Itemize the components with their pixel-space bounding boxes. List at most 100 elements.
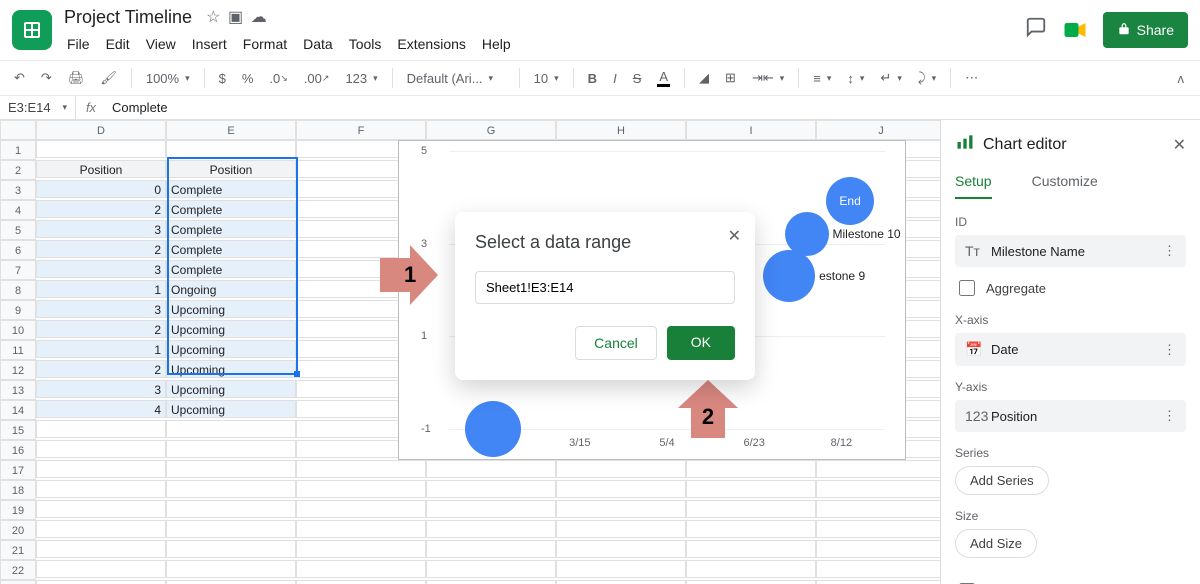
cell[interactable]: Complete bbox=[166, 240, 296, 258]
more-button[interactable]: ⋯ bbox=[959, 66, 984, 90]
name-box[interactable]: E3:E14 bbox=[0, 96, 76, 119]
cell[interactable]: Upcoming bbox=[166, 320, 296, 338]
cell[interactable] bbox=[296, 480, 426, 498]
number-format-select[interactable]: 123 bbox=[339, 67, 383, 90]
cell[interactable] bbox=[36, 540, 166, 558]
row-header[interactable]: 14 bbox=[0, 400, 36, 420]
menu-view[interactable]: View bbox=[139, 32, 183, 56]
cell[interactable] bbox=[556, 520, 686, 538]
redo-button[interactable]: ↷ bbox=[35, 66, 58, 90]
cell[interactable] bbox=[556, 460, 686, 478]
bold-button[interactable]: B bbox=[582, 67, 603, 90]
wrap-button[interactable]: ↵ bbox=[874, 66, 907, 90]
row-header[interactable]: 18 bbox=[0, 480, 36, 500]
doc-title[interactable]: Project Timeline bbox=[60, 5, 196, 30]
cell[interactable] bbox=[686, 460, 816, 478]
cell[interactable] bbox=[296, 500, 426, 518]
cell[interactable] bbox=[36, 440, 166, 458]
cell[interactable] bbox=[36, 480, 166, 498]
y-axis-field[interactable]: 123 Position ⋮ bbox=[955, 400, 1186, 432]
cell[interactable] bbox=[166, 560, 296, 578]
cell[interactable] bbox=[556, 500, 686, 518]
add-series-button[interactable]: Add Series bbox=[955, 466, 1049, 495]
cell[interactable] bbox=[296, 460, 426, 478]
cell[interactable]: 3 bbox=[36, 380, 166, 398]
close-panel-icon[interactable]: ✕ bbox=[1173, 135, 1186, 155]
cell[interactable]: Position bbox=[36, 160, 166, 178]
cell[interactable] bbox=[686, 560, 816, 578]
menu-insert[interactable]: Insert bbox=[185, 32, 234, 56]
cell[interactable]: Upcoming bbox=[166, 340, 296, 358]
col-header[interactable]: E bbox=[166, 120, 296, 140]
row-header[interactable]: 5 bbox=[0, 220, 36, 240]
cell[interactable]: Position bbox=[166, 160, 296, 178]
col-header[interactable]: J bbox=[816, 120, 940, 140]
merge-button[interactable]: ⇥⇤ bbox=[746, 66, 790, 90]
fill-color-button[interactable]: ◢ bbox=[693, 66, 715, 90]
row-header[interactable]: 20 bbox=[0, 520, 36, 540]
cell[interactable] bbox=[816, 520, 940, 538]
cell[interactable] bbox=[36, 520, 166, 538]
borders-button[interactable]: ⊞ bbox=[719, 66, 742, 90]
cell[interactable] bbox=[426, 560, 556, 578]
halign-button[interactable]: ≡ bbox=[807, 67, 837, 90]
font-select[interactable]: Default (Ari... bbox=[401, 67, 511, 90]
menu-file[interactable]: File bbox=[60, 32, 97, 56]
cell[interactable] bbox=[426, 500, 556, 518]
row-header[interactable]: 19 bbox=[0, 500, 36, 520]
x-axis-field[interactable]: 📅 Date ⋮ bbox=[955, 333, 1186, 366]
cell[interactable]: Complete bbox=[166, 180, 296, 198]
col-header[interactable]: F bbox=[296, 120, 426, 140]
cell[interactable] bbox=[166, 440, 296, 458]
dec-decrease-button[interactable]: .0↘ bbox=[263, 67, 293, 90]
share-button[interactable]: Share bbox=[1103, 12, 1188, 48]
cell[interactable] bbox=[816, 480, 940, 498]
menu-extensions[interactable]: Extensions bbox=[390, 32, 472, 56]
row-header[interactable]: 6 bbox=[0, 240, 36, 260]
selection-handle[interactable] bbox=[294, 371, 300, 377]
currency-button[interactable]: $ bbox=[213, 67, 232, 90]
dec-increase-button[interactable]: .00↗ bbox=[298, 67, 336, 90]
zoom-select[interactable]: 100% bbox=[140, 67, 196, 90]
cell[interactable] bbox=[686, 480, 816, 498]
cell[interactable]: 1 bbox=[36, 340, 166, 358]
cell[interactable]: 3 bbox=[36, 300, 166, 318]
text-color-button[interactable]: A bbox=[651, 65, 676, 91]
cell[interactable] bbox=[36, 460, 166, 478]
cell[interactable] bbox=[816, 500, 940, 518]
cell[interactable] bbox=[166, 580, 296, 584]
cell[interactable] bbox=[296, 560, 426, 578]
cell[interactable]: 1 bbox=[36, 280, 166, 298]
formula-input[interactable]: Complete bbox=[106, 100, 1200, 115]
cell[interactable]: Ongoing bbox=[166, 280, 296, 298]
cell[interactable] bbox=[556, 580, 686, 584]
cell[interactable] bbox=[296, 540, 426, 558]
row-header[interactable]: 17 bbox=[0, 460, 36, 480]
cell[interactable] bbox=[556, 560, 686, 578]
cell[interactable] bbox=[166, 420, 296, 438]
data-range-input[interactable] bbox=[475, 271, 735, 304]
cell[interactable] bbox=[686, 500, 816, 518]
valign-button[interactable]: ↕ bbox=[841, 67, 870, 90]
row-header[interactable]: 15 bbox=[0, 420, 36, 440]
row-header[interactable]: 3 bbox=[0, 180, 36, 200]
cell[interactable] bbox=[166, 480, 296, 498]
cell[interactable]: Upcoming bbox=[166, 400, 296, 418]
cell[interactable] bbox=[166, 460, 296, 478]
menu-edit[interactable]: Edit bbox=[99, 32, 137, 56]
cell[interactable] bbox=[426, 460, 556, 478]
close-icon[interactable]: ✕ bbox=[728, 226, 741, 246]
tab-setup[interactable]: Setup bbox=[955, 173, 992, 199]
chart-bubble[interactable]: estone 9 bbox=[763, 250, 815, 302]
cell[interactable]: Upcoming bbox=[166, 300, 296, 318]
tab-customize[interactable]: Customize bbox=[1032, 173, 1098, 199]
cell[interactable] bbox=[426, 520, 556, 538]
strikethrough-button[interactable]: S bbox=[627, 67, 648, 90]
col-header[interactable]: I bbox=[686, 120, 816, 140]
col-header[interactable]: H bbox=[556, 120, 686, 140]
kebab-icon[interactable]: ⋮ bbox=[1163, 342, 1176, 358]
cell[interactable] bbox=[816, 460, 940, 478]
cell[interactable] bbox=[36, 560, 166, 578]
cell[interactable] bbox=[686, 520, 816, 538]
star-icon[interactable]: ☆ bbox=[204, 7, 222, 28]
